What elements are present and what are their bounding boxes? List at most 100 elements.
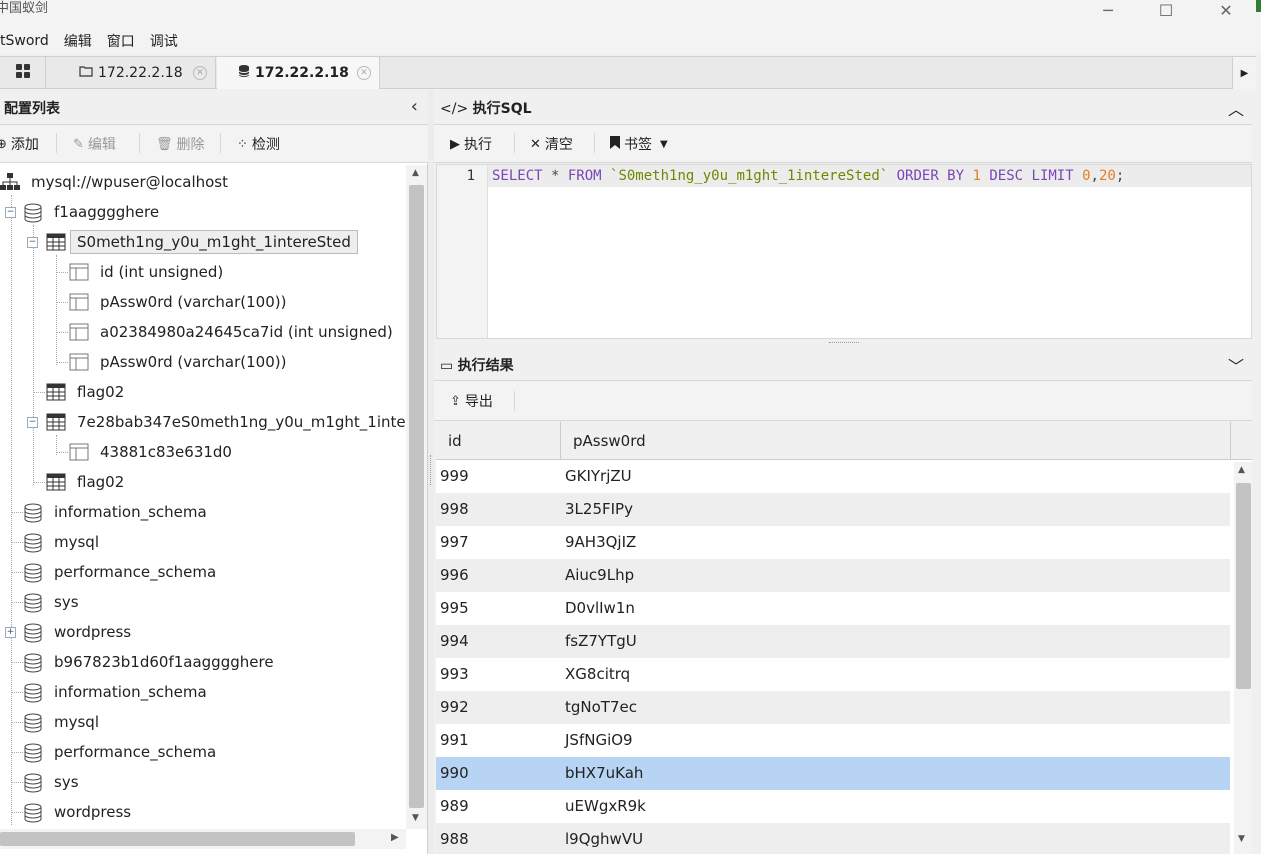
grid-vertical-scrollbar[interactable]: ▲ ▼	[1234, 462, 1252, 854]
tree-node-database[interactable]: mysql	[0, 707, 406, 737]
collapse-toggle-icon[interactable]: −	[27, 237, 38, 248]
database-tree: mysql://wpuser@localhost − f1aagggghere …	[0, 165, 406, 829]
tree-node-database[interactable]: b967823b1d60f1aagggghere	[0, 647, 406, 677]
sql-code-line[interactable]: SELECT * FROM `S0meth1ng_y0u_m1ght_1inte…	[492, 168, 1124, 184]
tab-close-icon[interactable]: ✕	[357, 66, 371, 80]
panel-splitter[interactable]	[428, 90, 434, 854]
column-header-id[interactable]: id	[436, 422, 561, 460]
delete-label: 删除	[176, 137, 205, 153]
scrollbar-thumb[interactable]	[1236, 483, 1251, 689]
toolbar-divider	[514, 391, 515, 411]
table-row[interactable]: 996 Aiuc9Lhp	[436, 559, 1230, 592]
cell-id: 989	[440, 797, 469, 815]
tree-node-table[interactable]: flag02	[0, 377, 406, 407]
tree-node-database[interactable]: + wordpress	[0, 617, 406, 647]
database-icon	[24, 563, 42, 587]
scrollbar-thumb[interactable]	[409, 185, 424, 808]
scroll-up-icon[interactable]: ▲	[1238, 465, 1245, 475]
tree-node-label: wordpress	[54, 803, 132, 821]
sql-token: 20	[1098, 168, 1116, 184]
collapse-left-icon[interactable]: ‹	[411, 96, 418, 117]
add-button[interactable]: ⊕ 添加	[0, 134, 39, 154]
sql-token: *	[542, 168, 568, 184]
edit-button[interactable]: ✎ 编辑	[73, 134, 116, 154]
collapse-toggle-icon[interactable]: −	[27, 417, 38, 428]
tree-node-column[interactable]: pAssw0rd (varchar(100))	[0, 347, 406, 377]
table-row[interactable]: 991 JSfNGiO9	[436, 724, 1230, 757]
cell-password: JSfNGiO9	[565, 731, 633, 749]
cell-id: 990	[440, 764, 469, 782]
table-row[interactable]: 999 GKIYrjZU	[436, 460, 1230, 493]
menu-item-window[interactable]: 窗口	[107, 31, 135, 51]
table-row[interactable]: 997 9AH3QjIZ	[436, 526, 1230, 559]
chevron-down-icon[interactable]: ﹀	[1228, 353, 1244, 377]
tree-node-connection[interactable]: mysql://wpuser@localhost	[0, 167, 406, 197]
expand-toggle-icon[interactable]: +	[5, 627, 16, 638]
delete-button[interactable]: 🗑 删除	[156, 134, 205, 154]
tab-home[interactable]	[0, 57, 46, 89]
cell-id: 992	[440, 698, 469, 716]
sql-editor[interactable]: 1 SELECT * FROM `S0meth1ng_y0u_m1ght_1in…	[436, 164, 1252, 339]
tree-node-database[interactable]: information_schema	[0, 677, 406, 707]
collapse-toggle-icon[interactable]: −	[5, 207, 16, 218]
check-button[interactable]: ⁘ 检测	[237, 134, 280, 154]
table-row[interactable]: 994 fsZ7YTgU	[436, 625, 1230, 658]
tree-node-column[interactable]: pAssw0rd (varchar(100))	[0, 287, 406, 317]
menu-item-edit[interactable]: 编辑	[64, 31, 92, 51]
minimize-button[interactable]: ─	[1088, 0, 1128, 20]
editor-resizer[interactable]	[434, 339, 1252, 347]
table-row[interactable]: 993 XG8citrq	[436, 658, 1230, 691]
bookmark-button[interactable]: 书签 ▼	[610, 134, 668, 154]
tab-database[interactable]: 172.22.2.18 ✕	[217, 57, 380, 89]
scroll-right-icon[interactable]: ▶	[391, 832, 399, 843]
tree-node-column[interactable]: a02384980a24645ca7id (int unsigned)	[0, 317, 406, 347]
close-window-button[interactable]: ✕	[1206, 0, 1246, 20]
tree-node-table-selected[interactable]: − S0meth1ng_y0u_m1ght_1intereSted	[0, 227, 406, 257]
table-row[interactable]: 995 D0vlIw1n	[436, 592, 1230, 625]
spinner-icon: ⁘	[237, 136, 248, 152]
scroll-down-icon[interactable]: ▼	[412, 813, 419, 823]
clear-button[interactable]: ✕ 清空	[530, 134, 573, 154]
tree-node-database[interactable]: performance_schema	[0, 557, 406, 587]
plus-circle-icon: ⊕	[0, 136, 7, 152]
tab-scroll-right-icon[interactable]: ▶	[1232, 57, 1256, 89]
tab-label: 172.22.2.18	[255, 65, 349, 81]
tree-node-database[interactable]: wordpress	[0, 797, 406, 827]
column-icon	[69, 263, 89, 285]
tree-horizontal-scrollbar[interactable]: ▶	[0, 829, 406, 849]
result-toolbar: ⇪ 导出	[434, 381, 1252, 421]
tree-node-label: information_schema	[54, 683, 207, 701]
table-row[interactable]: 989 uEWgxR9k	[436, 790, 1230, 823]
tree-node-column[interactable]: 43881c83e631d0	[0, 437, 406, 467]
tree-node-database[interactable]: mysql	[0, 527, 406, 557]
menu-item-debug[interactable]: 调试	[150, 31, 178, 51]
scroll-up-icon[interactable]: ▲	[412, 168, 419, 178]
scroll-down-icon[interactable]: ▼	[1238, 834, 1245, 844]
table-row[interactable]: 992 tgNoT7ec	[436, 691, 1230, 724]
table-row[interactable]: 998 3L25FIPy	[436, 493, 1230, 526]
execute-button[interactable]: ▶ 执行	[450, 134, 492, 154]
column-header-password[interactable]: pAssw0rd	[561, 422, 1231, 460]
tree-node-database[interactable]: − f1aagggghere	[0, 197, 406, 227]
tree-node-label: mysql	[54, 713, 99, 731]
tree-node-table[interactable]: flag02	[0, 467, 406, 497]
export-button[interactable]: ⇪ 导出	[450, 391, 493, 411]
chevron-up-icon[interactable]: ︿	[1228, 96, 1244, 120]
trash-icon: 🗑	[156, 136, 173, 152]
tree-node-database[interactable]: performance_schema	[0, 737, 406, 767]
tab-close-icon[interactable]: ✕	[193, 66, 207, 80]
tree-node-table[interactable]: − 7e28bab347eS0meth1ng_y0u_m1ght_1intere…	[0, 407, 406, 437]
menu-item-antsword[interactable]: tSword	[0, 33, 49, 49]
tree-node-column[interactable]: id (int unsigned)	[0, 257, 406, 287]
table-row[interactable]: 988 l9QghwVU	[436, 823, 1230, 854]
table-row-selected[interactable]: 990 bHX7uKah	[436, 757, 1230, 790]
scrollbar-thumb[interactable]	[0, 832, 355, 846]
tree-node-label: S0meth1ng_y0u_m1ght_1intereSted	[70, 230, 358, 254]
tree-node-database[interactable]: information_schema	[0, 497, 406, 527]
tree-connector	[11, 812, 23, 813]
tree-node-database[interactable]: sys	[0, 767, 406, 797]
maximize-button[interactable]: ☐	[1146, 0, 1186, 20]
tree-node-database[interactable]: sys	[0, 587, 406, 617]
tab-file-manager[interactable]: 172.22.2.18 ✕	[46, 57, 216, 89]
tree-vertical-scrollbar[interactable]: ▲ ▼	[406, 165, 427, 829]
